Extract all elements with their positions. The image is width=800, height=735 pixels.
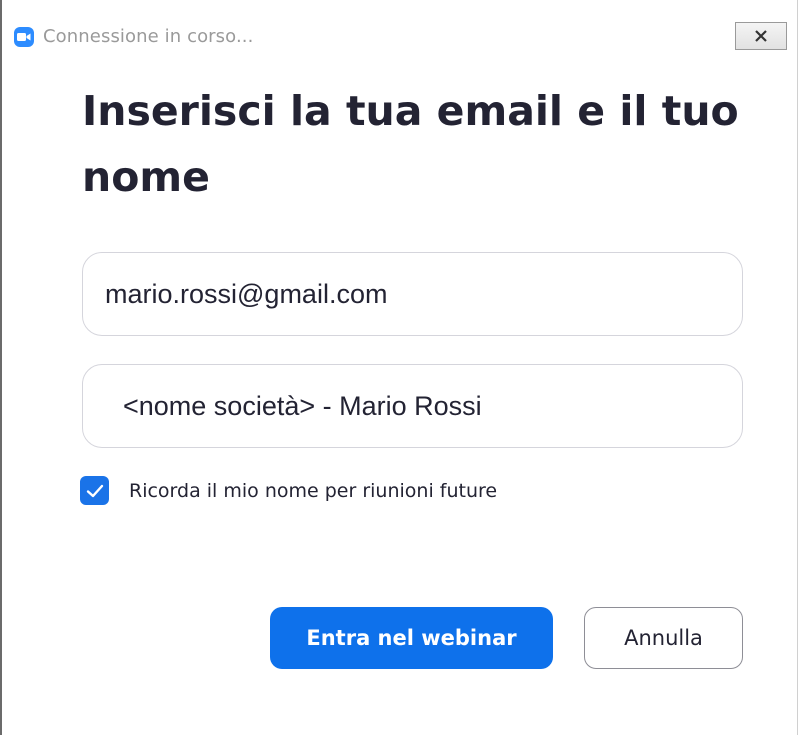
close-button[interactable] (735, 22, 787, 50)
page-title: Inserisci la tua email e il tuo nome (82, 87, 739, 201)
dialog-window: Connessione in corso... Inserisci la tua… (0, 0, 798, 735)
remember-label: Ricorda il mio nome per riunioni future (129, 479, 498, 502)
remember-checkbox[interactable] (80, 476, 109, 505)
email-field[interactable] (82, 252, 743, 336)
remember-name-option[interactable]: Ricorda il mio nome per riunioni future (80, 476, 497, 505)
join-webinar-button[interactable]: Entra nel webinar (270, 607, 553, 669)
close-icon (755, 30, 767, 42)
checkmark-icon (86, 484, 103, 497)
name-field[interactable] (82, 364, 743, 448)
title-bar[interactable]: Connessione in corso... (2, 0, 797, 72)
cancel-button[interactable]: Annulla (584, 607, 743, 669)
zoom-camera-icon (14, 27, 34, 47)
window-title: Connessione in corso... (43, 26, 254, 47)
